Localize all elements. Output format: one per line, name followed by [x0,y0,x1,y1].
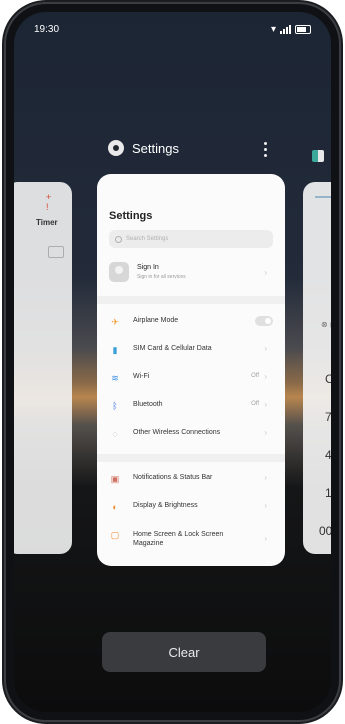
wifi-icon: ▾ [270,24,276,35]
notifications-icon: ▣ [110,474,120,484]
chevron-right-icon: › [264,344,267,353]
row-value: Off [251,373,259,379]
chevron-right-icon: › [264,501,267,510]
row-label: Bluetooth [133,401,163,408]
chevron-right-icon: › [264,372,267,381]
sign-in-row: Sign In Sign in for all services › [109,262,273,288]
wifi-icon: ≋ [111,373,119,383]
airplane-icon: ✈ [111,317,119,327]
chevron-right-icon: › [264,400,267,409]
status-icons: ▾ [271,24,311,35]
section-divider [97,454,285,462]
calculator-app-card[interactable]: ⊗ ▢ C 7 4 1 00 [303,182,331,554]
row-label: Notifications & Status Bar [133,474,213,481]
timer-header-icons: + ! [46,192,60,212]
chevron-right-icon: › [264,473,267,482]
settings-row-display: ◐ Display & Brightness › [109,498,273,516]
calc-key-1: 1 [325,486,331,500]
settings-row-home-screen: ▢ Home Screen & Lock Screen Magazine › [109,526,273,554]
row-label: Other Wireless Connections [133,429,221,436]
timer-title: Timer [36,218,58,227]
status-bar: 19:30 ▾ [34,24,311,38]
right-app-header[interactable]: C [312,149,331,163]
settings-row-sim-card: ▮ SIM Card & Cellular Data › [109,341,273,359]
settings-row-other-wireless: ◌ Other Wireless Connections › [109,425,273,443]
calc-memory-icons: ⊗ ▢ [321,320,331,329]
row-label: Airplane Mode [133,317,179,324]
bluetooth-icon: ᛒ [112,401,118,411]
recent-app-name: Settings [132,140,179,156]
search-icon [115,235,122,243]
signal-icon [280,25,291,34]
row-label: Display & Brightness [133,502,198,509]
timer-app-card[interactable]: + ! Timer [14,182,72,554]
battery-icon [295,25,311,34]
recent-app-header[interactable]: Settings [108,140,179,156]
row-label: Wi-Fi [133,373,150,380]
settings-title: Settings [109,210,153,222]
calc-key-clear: C [325,372,331,386]
row-label: SIM Card & Cellular Data [133,345,212,352]
settings-row-airplane-mode: ✈ Airplane Mode [109,313,273,331]
calc-key-7: 7 [325,410,331,424]
home-screen-icon: ▢ [110,530,120,540]
sign-in-label: Sign In [137,264,159,271]
row-value: Off [251,401,259,407]
section-divider [97,296,285,304]
row-label: Home Screen & Lock Screen Magazine [133,531,224,547]
recent-apps-screen: 19:30 ▾ Settings C + ! Timer Settings [14,12,331,712]
calc-key-00: 00 [319,524,331,538]
settings-app-card[interactable]: Settings Search Settings Sign In Sign in… [97,174,285,566]
chevron-right-icon: › [264,268,267,277]
clear-button[interactable]: Clear [102,632,266,672]
settings-row-bluetooth: ᛒ Bluetooth Off › [109,397,273,415]
settings-row-wifi: ≋ Wi-Fi Off › [109,369,273,387]
sim-card-icon: ▮ [112,345,118,355]
wireless-connections-icon: ◌ [112,429,118,439]
chevron-right-icon: › [264,534,267,543]
more-options-icon[interactable] [264,142,268,157]
calculator-tab [315,192,331,198]
calc-key-4: 4 [325,448,331,462]
brightness-icon: ◐ [112,502,118,512]
search-placeholder: Search Settings [126,236,169,242]
calculator-icon [312,150,324,162]
chevron-right-icon: › [264,428,267,437]
sign-in-subtitle: Sign in for all services [137,274,186,280]
settings-row-notifications: ▣ Notifications & Status Bar › [109,470,273,488]
phone-frame: 19:30 ▾ Settings C + ! Timer Settings [6,4,339,720]
status-time: 19:30 [34,24,60,35]
settings-search: Search Settings [109,230,273,248]
timer-control-icon [48,246,64,258]
airplane-mode-toggle [255,316,273,326]
settings-gear-icon [108,140,124,156]
avatar-icon [109,262,129,282]
